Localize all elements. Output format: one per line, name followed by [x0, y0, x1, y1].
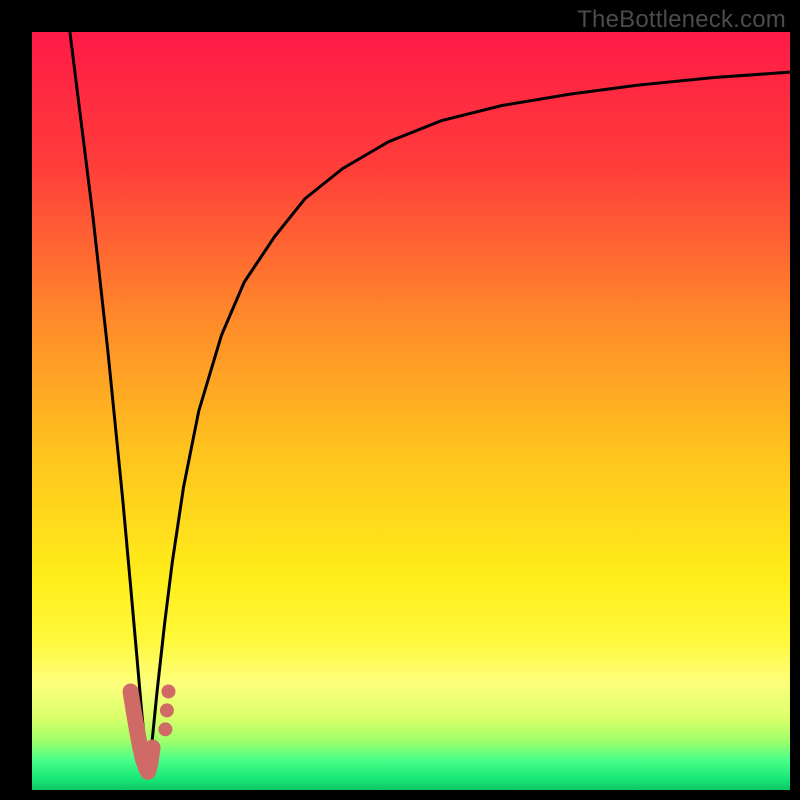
- gradient-background: [32, 32, 790, 790]
- chart-plot-area: [32, 32, 790, 790]
- marker-dot: [160, 703, 174, 717]
- watermark-label: TheBottleneck.com: [577, 6, 786, 34]
- marker-dot: [158, 722, 172, 736]
- marker-dot: [161, 684, 175, 698]
- chart-frame: TheBottleneck.com: [0, 0, 800, 800]
- chart-svg: [32, 32, 790, 790]
